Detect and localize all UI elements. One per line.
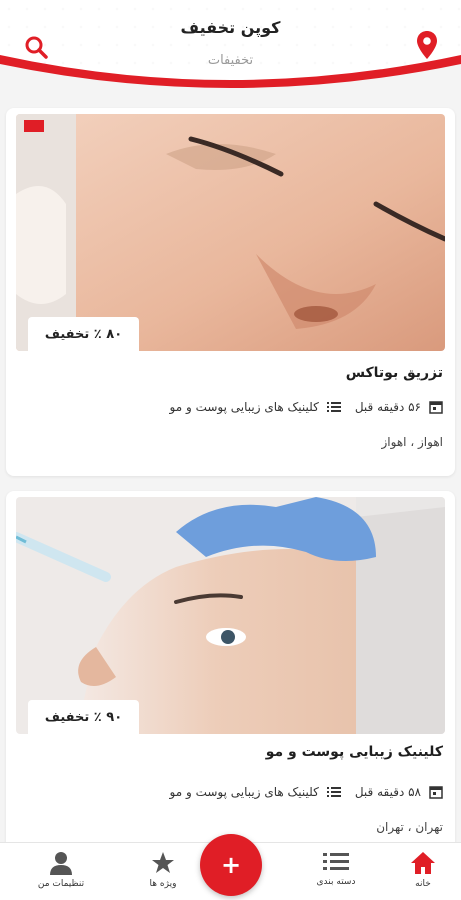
clinic-photo [16, 497, 445, 734]
home-icon [411, 852, 435, 874]
offer-card[interactable]: ۸۰ ٪ تخفیف تزریق بوتاکس ۵۶ دقیقه قبل کلی… [6, 108, 455, 476]
nav-settings[interactable]: تنظیمات من [21, 851, 101, 889]
offer-title: کلینیک زیبایی پوست و مو [265, 744, 443, 760]
offer-location: اهواز ، اهواز [381, 435, 443, 449]
offer-location: تهران ، تهران [376, 820, 443, 834]
calendar-icon [429, 786, 443, 799]
list-icon [326, 402, 341, 412]
list-icon [323, 853, 349, 870]
offer-image: ۹۰ ٪ تخفیف [16, 497, 445, 734]
nav-categories-label: دسته بندی [316, 877, 356, 887]
list-icon [326, 787, 341, 797]
user-icon [50, 852, 72, 875]
offer-meta: ۵۸ دقیقه قبل کلینیک های زیبایی پوست و مو [170, 785, 443, 799]
discount-badge: ۸۰ ٪ تخفیف [28, 317, 139, 351]
offer-category: کلینیک های زیبایی پوست و مو [169, 400, 319, 414]
offer-time: ۵۸ دقیقه قبل [354, 785, 421, 799]
nav-specials[interactable]: ویژه ها [123, 851, 203, 889]
nav-specials-label: ویژه ها [149, 879, 177, 889]
offer-title: تزریق بوتاکس [345, 365, 443, 381]
offer-meta: ۵۶ دقیقه قبل کلینیک های زیبایی پوست و مو [170, 400, 443, 414]
nav-categories[interactable]: دسته بندی [296, 851, 376, 887]
offer-time: ۵۶ دقیقه قبل [354, 400, 421, 414]
add-button[interactable]: + [200, 834, 262, 896]
star-icon [152, 852, 174, 873]
app-header: کوپن تخفیف تخفیفات [0, 0, 461, 95]
nav-home[interactable]: خانه [383, 851, 461, 889]
calendar-icon [429, 401, 443, 414]
location-pin-icon[interactable] [416, 30, 438, 60]
search-icon[interactable] [23, 34, 49, 60]
botox-photo [16, 114, 445, 351]
offer-card[interactable]: ۹۰ ٪ تخفیف کلینیک زیبایی پوست و مو ۵۸ دق… [6, 491, 455, 859]
discount-badge: ۹۰ ٪ تخفیف [28, 700, 139, 734]
offer-category: کلینیک های زیبایی پوست و مو [169, 785, 319, 799]
offer-image: ۸۰ ٪ تخفیف [16, 114, 445, 351]
header-wave [0, 55, 461, 95]
app-root: کوپن تخفیف تخفیفات ۸۰ ٪ تخفیف تزریق بوتا… [0, 0, 461, 900]
nav-settings-label: تنظیمات من [37, 879, 85, 889]
nav-home-label: خانه [415, 879, 431, 889]
